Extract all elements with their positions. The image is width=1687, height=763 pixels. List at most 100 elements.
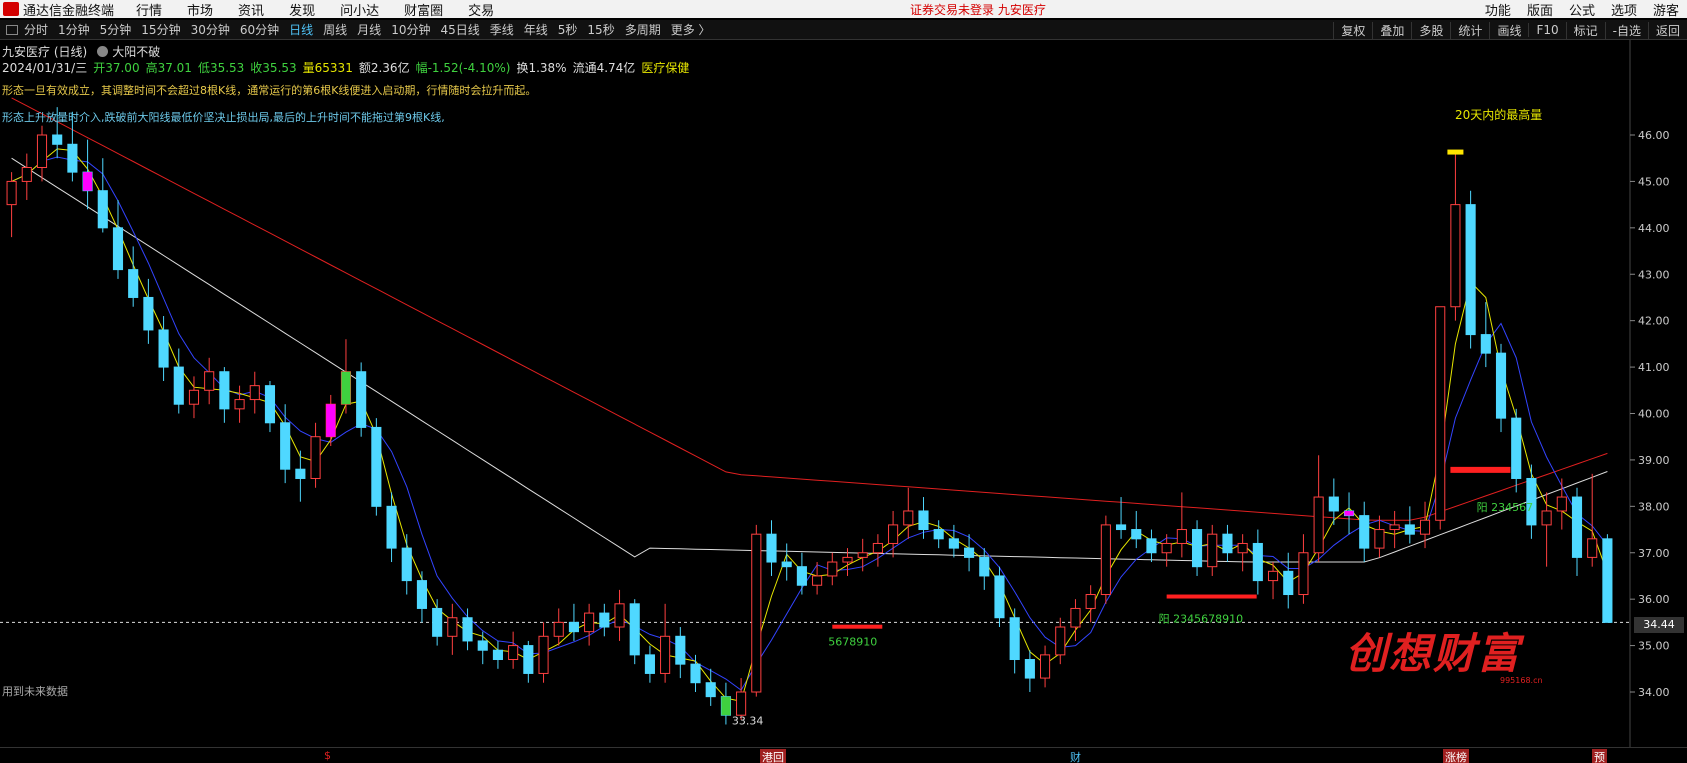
candle-body bbox=[933, 529, 944, 540]
pattern-text-2: 形态上升放量时介入,跌破前大阳线最低价坚决止损出局,最后的上升时间不能拖过第9根… bbox=[2, 111, 445, 124]
candle-body bbox=[523, 645, 534, 674]
candle-body bbox=[629, 603, 640, 656]
btn-back[interactable]: 返回 bbox=[1647, 21, 1687, 39]
event-mark-forecast[interactable]: 预 bbox=[1592, 749, 1607, 763]
ma-long-white-line bbox=[11, 157, 1608, 563]
candle-body bbox=[1222, 533, 1233, 554]
strategy-check-icon bbox=[97, 46, 109, 57]
btn-mark[interactable]: 标记 bbox=[1565, 21, 1605, 39]
candle-body bbox=[128, 269, 139, 298]
menu-options[interactable]: 选项 bbox=[1611, 0, 1637, 19]
btn-draw[interactable]: 画线 bbox=[1489, 21, 1528, 39]
period-intraday[interactable]: 分时 bbox=[24, 21, 48, 38]
menu-news[interactable]: 资讯 bbox=[238, 0, 264, 19]
menu-quotes[interactable]: 行情 bbox=[136, 0, 162, 19]
btn-f10[interactable]: F10 bbox=[1528, 23, 1565, 37]
candle-body bbox=[1298, 552, 1309, 596]
candle-body bbox=[781, 561, 792, 568]
y-tick-label: 35.00 bbox=[1638, 640, 1670, 653]
login-notice[interactable]: 证券交易未登录 九安医疗 bbox=[910, 1, 1046, 18]
candle-body bbox=[690, 663, 701, 684]
current-price-tag: 34.44 bbox=[1634, 617, 1684, 633]
y-tick-label: 38.00 bbox=[1638, 500, 1670, 513]
candle-body bbox=[1389, 524, 1400, 531]
menu-ask[interactable]: 问小达 bbox=[340, 0, 379, 19]
period-weekly[interactable]: 周线 bbox=[323, 21, 347, 38]
signal-bar bbox=[341, 371, 351, 405]
candle-body bbox=[568, 621, 579, 633]
period-10min[interactable]: 10分钟 bbox=[391, 21, 430, 38]
period-15sec[interactable]: 15秒 bbox=[587, 21, 614, 38]
candle-body bbox=[6, 180, 17, 206]
y-tick-label: 34.00 bbox=[1638, 686, 1670, 699]
candle-body bbox=[143, 296, 154, 331]
period-60min[interactable]: 60分钟 bbox=[240, 21, 279, 38]
peak-volume-marker bbox=[1447, 149, 1464, 155]
period-5sec[interactable]: 5秒 bbox=[558, 21, 578, 38]
menu-discover[interactable]: 发现 bbox=[289, 0, 315, 19]
candle-body bbox=[1055, 626, 1066, 656]
candle-body bbox=[888, 524, 899, 544]
candle-body bbox=[614, 603, 625, 628]
candle-body bbox=[1191, 529, 1203, 568]
support-marker-2 bbox=[1166, 594, 1257, 599]
ma-short-line bbox=[11, 148, 1608, 702]
period-5min[interactable]: 5分钟 bbox=[100, 21, 132, 38]
candle-body bbox=[1283, 570, 1294, 596]
layout-toggle-icon[interactable] bbox=[6, 24, 18, 35]
period-toolbar: 分时 1分钟 5分钟 15分钟 30分钟 60分钟 日线 周线 月线 10分钟 … bbox=[0, 20, 1687, 40]
candle-body bbox=[1176, 529, 1187, 544]
menu-wealth-circle[interactable]: 财富圈 bbox=[404, 0, 443, 19]
strategy-selector[interactable]: 大阳不破 bbox=[97, 43, 160, 60]
candle-body bbox=[371, 426, 382, 507]
candle-body bbox=[538, 635, 549, 674]
menu-function[interactable]: 功能 bbox=[1485, 0, 1511, 19]
candle-body bbox=[796, 566, 807, 586]
period-30min[interactable]: 30分钟 bbox=[191, 21, 230, 38]
btn-multi-stock[interactable]: 多股 bbox=[1411, 21, 1450, 39]
period-yearly[interactable]: 年线 bbox=[524, 21, 548, 38]
menu-guest[interactable]: 游客 bbox=[1653, 0, 1679, 19]
event-mark-dollar[interactable]: $ bbox=[322, 749, 333, 762]
candle-body bbox=[1070, 607, 1081, 628]
candle-body bbox=[432, 607, 443, 637]
candle-body bbox=[1465, 204, 1476, 336]
menu-layout[interactable]: 版面 bbox=[1527, 0, 1553, 19]
ma-mid-line bbox=[11, 156, 1608, 691]
menu-formula[interactable]: 公式 bbox=[1569, 0, 1595, 19]
event-mark-finance[interactable]: 财 bbox=[1068, 749, 1083, 763]
period-1min[interactable]: 1分钟 bbox=[58, 21, 90, 38]
y-tick-label: 40.00 bbox=[1638, 408, 1670, 421]
signal-bar bbox=[721, 696, 731, 716]
btn-overlay[interactable]: 叠加 bbox=[1372, 21, 1411, 39]
event-bar: $ 港回 财 涨榜 预 bbox=[0, 747, 1687, 763]
candle-body bbox=[21, 166, 32, 182]
period-multi[interactable]: 多周期 bbox=[625, 21, 661, 38]
period-more[interactable]: 更多 〉 bbox=[671, 21, 711, 38]
candle-body bbox=[857, 552, 868, 558]
period-quarterly[interactable]: 季线 bbox=[490, 21, 514, 38]
menu-market[interactable]: 市场 bbox=[187, 0, 213, 19]
period-monthly[interactable]: 月线 bbox=[357, 21, 381, 38]
candle-body bbox=[1237, 542, 1248, 554]
quote-sector[interactable]: 医疗保健 bbox=[641, 59, 689, 76]
candle-body bbox=[264, 385, 276, 424]
y-tick-label: 44.00 bbox=[1638, 222, 1670, 235]
event-mark-top-gainer[interactable]: 涨榜 bbox=[1443, 749, 1469, 763]
period-daily[interactable]: 日线 bbox=[289, 21, 313, 38]
y-tick-label: 45.00 bbox=[1638, 175, 1670, 188]
event-mark-hk[interactable]: 港回 bbox=[760, 749, 786, 763]
period-15min[interactable]: 15分钟 bbox=[141, 21, 180, 38]
candle-body bbox=[477, 640, 488, 651]
app-logo-icon bbox=[3, 2, 19, 16]
candle-body bbox=[188, 389, 200, 405]
candle-body bbox=[1207, 533, 1218, 568]
candle-body bbox=[1146, 538, 1157, 554]
menu-trade[interactable]: 交易 bbox=[468, 0, 494, 19]
btn-adjust[interactable]: 复权 bbox=[1333, 21, 1372, 39]
period-45day[interactable]: 45日线 bbox=[440, 21, 479, 38]
sequence-label-2: 阳 2345678910 bbox=[1159, 612, 1243, 625]
y-tick-label: 36.00 bbox=[1638, 593, 1670, 606]
btn-remove-watchlist[interactable]: -自选 bbox=[1604, 21, 1648, 39]
btn-stats[interactable]: 统计 bbox=[1450, 21, 1489, 39]
